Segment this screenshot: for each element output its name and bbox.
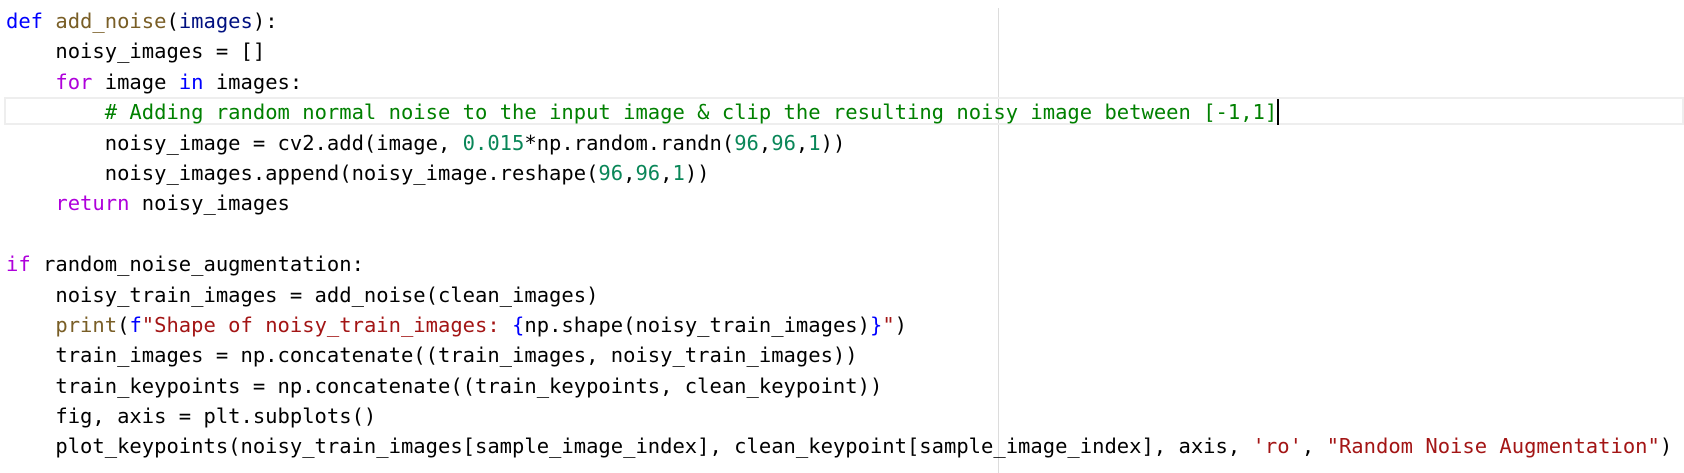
code-token: random_noise_augmentation: bbox=[30, 252, 364, 277]
code-token: 96 bbox=[771, 130, 796, 155]
code-line[interactable]: train_images = np.concatenate((train_ima… bbox=[6, 340, 1672, 370]
code-token: fig, axis = plt.subplots() bbox=[6, 404, 377, 429]
text-cursor bbox=[1277, 99, 1280, 126]
code-line-current[interactable]: # Adding random normal noise to the inpu… bbox=[3, 97, 1684, 127]
code-token: plot_keypoints(noisy_train_images[sample… bbox=[6, 434, 1253, 459]
code-line[interactable]: print(f"Shape of noisy_train_images: {np… bbox=[6, 310, 1672, 340]
code-token: image bbox=[92, 69, 179, 94]
code-token: return bbox=[55, 191, 130, 216]
code-token: ): bbox=[252, 9, 278, 33]
code-token: ) bbox=[894, 312, 907, 337]
code-token: print bbox=[55, 312, 118, 337]
code-token: )) bbox=[820, 130, 846, 155]
code-token: ) bbox=[1659, 434, 1673, 459]
code-token: noisy_images.append(noisy_image.reshape( bbox=[6, 160, 599, 185]
code-token: , bbox=[795, 130, 809, 155]
code-token: images: bbox=[203, 69, 303, 94]
code-token: 96 bbox=[734, 130, 759, 155]
code-token: noisy_images bbox=[129, 191, 290, 216]
code-token: 96 bbox=[598, 160, 624, 185]
code-line[interactable]: return noisy_images bbox=[6, 188, 1672, 218]
code-token: " bbox=[882, 312, 895, 337]
code-line[interactable]: for image in images: bbox=[6, 67, 1672, 97]
code-token: noisy_train_images = add_noise(clean_ima… bbox=[6, 282, 599, 307]
code-token: *np.random.randn( bbox=[524, 130, 735, 155]
code-token: noisy_image = cv2.add(image, bbox=[6, 130, 463, 155]
code-token: in bbox=[178, 69, 204, 94]
code-line[interactable]: def add_noise(images): bbox=[6, 6, 1672, 36]
code-token: } bbox=[869, 312, 883, 337]
code-token: 0.015 bbox=[462, 130, 525, 155]
code-token: def bbox=[6, 9, 44, 33]
code-token: 96 bbox=[635, 160, 661, 185]
code-token: ( bbox=[117, 312, 130, 337]
code-token: train_keypoints = np.concatenate((train_… bbox=[6, 373, 883, 398]
code-line[interactable] bbox=[6, 219, 1672, 249]
code-token: , bbox=[623, 160, 636, 185]
code-line[interactable]: noisy_image = cv2.add(image, 0.015*np.ra… bbox=[6, 128, 1672, 158]
code-token: { bbox=[512, 312, 525, 337]
code-line[interactable]: noisy_train_images = add_noise(clean_ima… bbox=[6, 280, 1672, 310]
code-token: 'ro' bbox=[1252, 434, 1302, 459]
code-token: ( bbox=[166, 9, 179, 33]
code-token: 1 bbox=[672, 160, 685, 185]
code-line[interactable]: fig, axis = plt.subplots() bbox=[6, 401, 1672, 431]
code-token: train_images = np.concatenate((train_ima… bbox=[6, 343, 858, 368]
code-token: 1 bbox=[808, 130, 821, 155]
code-token: for bbox=[55, 69, 93, 94]
code-area[interactable]: def add_noise(images): noisy_images = []… bbox=[3, 6, 1684, 462]
code-line[interactable]: train_keypoints = np.concatenate((train_… bbox=[6, 371, 1672, 401]
code-line[interactable]: noisy_images.append(noisy_image.reshape(… bbox=[6, 158, 1672, 188]
code-token: "Shape of noisy_train_images: bbox=[141, 312, 513, 337]
code-token: "Random Noise Augmentation" bbox=[1326, 434, 1660, 459]
code-token: images bbox=[178, 9, 253, 33]
code-token: if bbox=[6, 252, 31, 277]
code-line[interactable]: noisy_images = [] bbox=[6, 36, 1672, 66]
code-token: f bbox=[129, 312, 142, 337]
code-token: , bbox=[1301, 434, 1327, 459]
code-line[interactable]: if random_noise_augmentation: bbox=[6, 249, 1672, 279]
code-token: add_noise bbox=[55, 9, 167, 33]
code-line[interactable]: plot_keypoints(noisy_train_images[sample… bbox=[6, 431, 1672, 461]
code-token: # Adding random normal noise to the inpu… bbox=[104, 100, 1278, 125]
code-token: , bbox=[758, 130, 772, 155]
code-token: np.shape(noisy_train_images) bbox=[524, 312, 870, 337]
code-token: , bbox=[660, 160, 673, 185]
code-token: )) bbox=[684, 160, 710, 185]
code-token: noisy_images = [] bbox=[6, 39, 266, 64]
code-editor[interactable]: def add_noise(images): noisy_images = []… bbox=[0, 0, 1684, 473]
